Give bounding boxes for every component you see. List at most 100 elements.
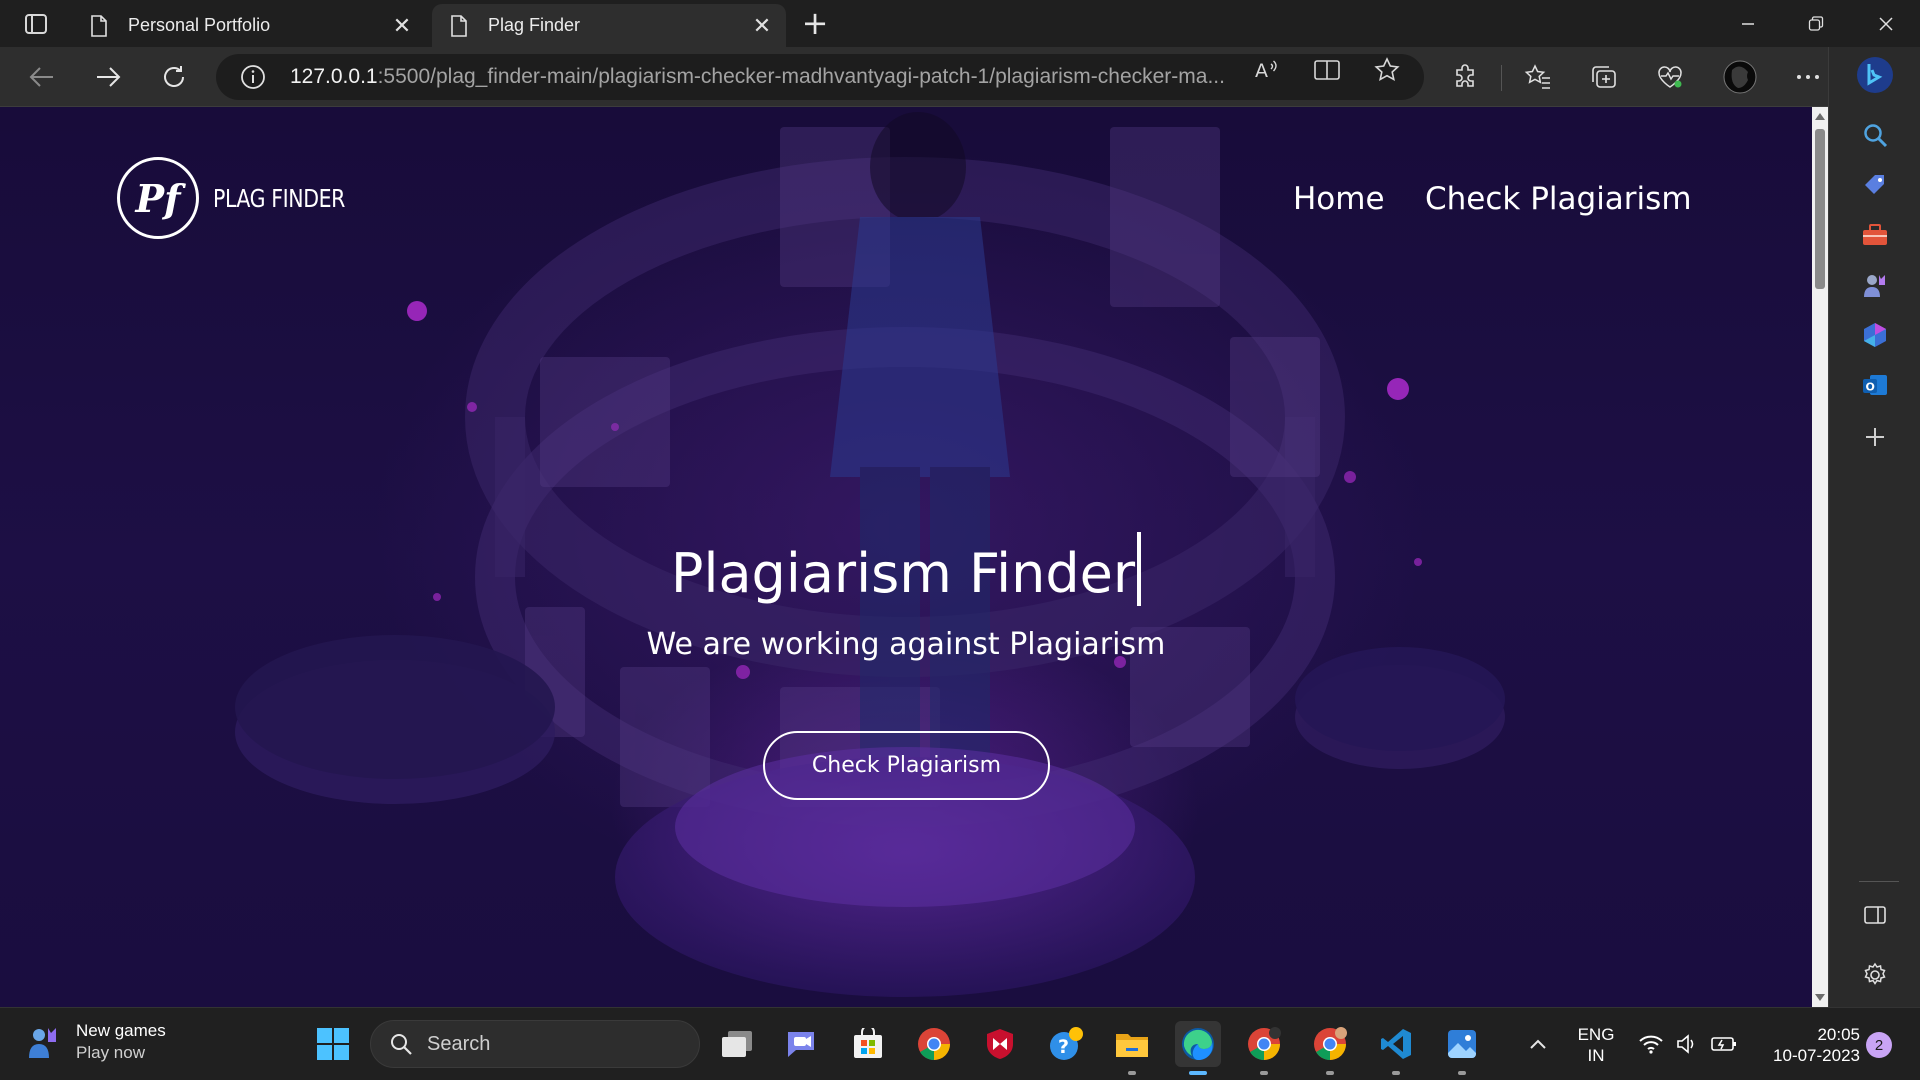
shopping-tag-icon[interactable]	[1855, 165, 1895, 205]
clock-time: 20:05	[1817, 1025, 1860, 1044]
volume-icon[interactable]	[1667, 1021, 1707, 1067]
games-icon[interactable]	[1855, 265, 1895, 305]
site-navbar: Pf PLAG FINDER Home Check Plagiarism	[0, 107, 1812, 267]
browser-tab-bar: Personal Portfolio ✕ Plag Finder ✕ +	[0, 0, 1920, 47]
hero-subtitle: We are working against Plagiarism	[646, 627, 1166, 662]
typing-caret	[1137, 532, 1142, 606]
chrome-profile-2-icon[interactable]	[1307, 1021, 1353, 1075]
task-view-icon[interactable]	[714, 1021, 760, 1067]
windows-logo-icon	[317, 1028, 349, 1060]
file-explorer-icon[interactable]	[1109, 1021, 1155, 1075]
collections-icon[interactable]	[1586, 59, 1622, 95]
battery-icon[interactable]	[1704, 1021, 1744, 1067]
close-icon[interactable]: ✕	[388, 12, 416, 40]
games-widget[interactable]: New games Play now	[24, 1020, 166, 1064]
region-code: IN	[1587, 1046, 1605, 1065]
get-help-icon[interactable]: ?	[1043, 1021, 1089, 1067]
clock-date: 10-07-2023	[1773, 1046, 1860, 1065]
microsoft-store-icon[interactable]	[845, 1021, 891, 1067]
wifi-icon[interactable]	[1631, 1021, 1671, 1067]
hero-title-text: Plagiarism Finder	[670, 542, 1136, 605]
tab-title: Personal Portfolio	[128, 15, 271, 35]
hero-title: Plagiarism Finder	[0, 532, 1812, 606]
favorites-icon[interactable]	[1520, 59, 1556, 95]
new-tab-button[interactable]: +	[800, 7, 830, 39]
logo-text: PLAG FINDER	[213, 183, 345, 213]
site-info-icon[interactable]	[240, 64, 266, 90]
scrollbar-thumb[interactable]	[1815, 129, 1825, 289]
address-bar[interactable]: 127.0.0.1:5500/plag_finder-main/plagiari…	[216, 54, 1424, 100]
minimize-icon[interactable]	[1728, 8, 1768, 40]
window-close-icon[interactable]	[1866, 8, 1906, 40]
language-code: ENG	[1577, 1025, 1615, 1044]
page-icon	[451, 14, 467, 37]
tab-personal-portfolio[interactable]: Personal Portfolio ✕	[72, 4, 426, 47]
windows-taskbar: New games Play now Search ? ENG IN 20:05…	[0, 1007, 1920, 1080]
microsoft-365-icon[interactable]	[1855, 315, 1895, 355]
profile-avatar[interactable]	[1722, 59, 1758, 95]
close-icon[interactable]: ✕	[748, 12, 776, 40]
favorite-star-icon[interactable]	[1372, 55, 1402, 85]
photos-icon[interactable]	[1439, 1021, 1485, 1075]
scroll-down-icon[interactable]	[1815, 994, 1825, 1001]
nav-link-home[interactable]: Home	[1293, 181, 1385, 217]
add-sidebar-app-icon[interactable]	[1855, 417, 1895, 457]
read-aloud-icon[interactable]: A	[1252, 55, 1282, 85]
sidebar-separator	[1859, 881, 1899, 882]
bing-copilot-icon[interactable]	[1855, 55, 1895, 95]
site-logo[interactable]: Pf PLAG FINDER	[117, 157, 374, 239]
start-button[interactable]	[310, 1021, 356, 1067]
page-viewport: Pf PLAG FINDER Home Check Plagiarism Pla…	[0, 107, 1812, 1007]
running-indicator	[1392, 1071, 1400, 1075]
svg-text:O: O	[1866, 381, 1875, 394]
taskbar-search[interactable]: Search	[370, 1020, 700, 1068]
logo-mark: Pf	[117, 157, 199, 239]
url-host: 127.0.0.1	[290, 65, 378, 88]
tab-actions-icon[interactable]	[18, 10, 54, 38]
page-icon	[91, 14, 107, 37]
running-indicator	[1458, 1071, 1466, 1075]
search-icon[interactable]	[1855, 115, 1895, 155]
vscode-icon[interactable]	[1373, 1021, 1419, 1075]
scroll-up-icon[interactable]	[1815, 113, 1825, 120]
url-path: :5500/plag_finder-main/plagiarism-checke…	[377, 65, 1225, 88]
sidebar-settings-icon[interactable]	[1855, 955, 1895, 995]
widget-subtitle: Play now	[76, 1043, 145, 1062]
running-indicator	[1189, 1071, 1207, 1075]
check-plagiarism-button[interactable]: Check Plagiarism	[763, 731, 1050, 800]
browser-toolbar: 127.0.0.1:5500/plag_finder-main/plagiari…	[0, 47, 1920, 107]
chrome-icon[interactable]	[911, 1021, 957, 1067]
page-scrollbar[interactable]	[1812, 107, 1828, 1007]
notification-badge[interactable]: 2	[1866, 1032, 1892, 1058]
teams-chat-icon[interactable]	[778, 1021, 824, 1067]
immersive-reader-icon[interactable]	[1312, 55, 1342, 85]
tools-briefcase-icon[interactable]	[1855, 215, 1895, 255]
tab-title: Plag Finder	[488, 15, 581, 35]
back-icon[interactable]	[22, 57, 62, 97]
browser-essentials-icon[interactable]	[1652, 59, 1688, 95]
refresh-icon[interactable]	[154, 57, 194, 97]
svg-text:?: ?	[1058, 1036, 1069, 1058]
input-language[interactable]: ENG IN	[1576, 1024, 1616, 1066]
more-options-icon[interactable]	[1790, 59, 1826, 95]
widget-title: New games	[76, 1021, 166, 1040]
show-hidden-icons-icon[interactable]	[1515, 1021, 1561, 1067]
url-text: 127.0.0.1:5500/plag_finder-main/plagiari…	[290, 65, 1230, 89]
search-label: Search	[427, 1032, 491, 1055]
tab-plag-finder[interactable]: Plag Finder ✕	[432, 4, 786, 47]
restore-icon[interactable]	[1796, 8, 1836, 40]
extensions-icon[interactable]	[1448, 59, 1484, 95]
svg-text:A: A	[1255, 60, 1268, 82]
chess-knight-icon	[29, 1028, 56, 1058]
running-indicator	[1326, 1071, 1334, 1075]
edge-icon[interactable]	[1175, 1021, 1221, 1075]
mcafee-icon[interactable]	[977, 1021, 1023, 1067]
search-icon	[391, 1034, 412, 1055]
forward-icon[interactable]	[88, 57, 128, 97]
edge-sidebar: O	[1828, 47, 1920, 1007]
hide-sidebar-icon[interactable]	[1855, 895, 1895, 935]
nav-link-check-plagiarism[interactable]: Check Plagiarism	[1425, 181, 1692, 217]
outlook-icon[interactable]: O	[1855, 365, 1895, 405]
system-clock[interactable]: 20:05 10-07-2023	[1760, 1024, 1860, 1066]
chrome-profile-1-icon[interactable]	[1241, 1021, 1287, 1075]
